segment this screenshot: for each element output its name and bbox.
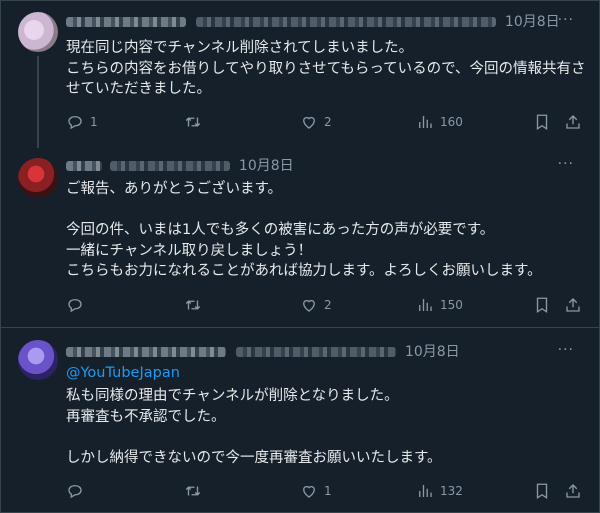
retweet-icon — [185, 117, 201, 127]
view-count: 160 — [440, 115, 463, 129]
reply-button[interactable] — [66, 480, 90, 502]
retweet-icon — [185, 486, 201, 496]
timestamp[interactable]: 10月8日 — [239, 158, 294, 174]
share-icon — [566, 298, 580, 312]
display-name[interactable] — [66, 17, 186, 27]
bookmark-icon — [536, 297, 548, 314]
retweet-button[interactable] — [184, 111, 208, 133]
views-icon — [419, 116, 432, 128]
tweet-actions: 1 132 — [66, 480, 586, 502]
timestamp[interactable]: 10月8日 — [405, 344, 460, 360]
avatar[interactable] — [18, 12, 58, 52]
share-icon — [566, 484, 580, 498]
bookmark-button[interactable] — [533, 294, 551, 316]
tweet-header: 10月8日 — [66, 12, 560, 32]
bookmark-button[interactable] — [533, 111, 551, 133]
bookmark-button[interactable] — [533, 480, 551, 502]
like-count: 1 — [324, 484, 332, 498]
like-icon — [303, 485, 315, 498]
avatar[interactable] — [18, 340, 58, 380]
like-count: 2 — [324, 115, 332, 129]
mention-link[interactable]: @YouTubeJapan — [66, 365, 180, 381]
reply-icon — [68, 116, 82, 130]
like-count: 2 — [324, 298, 332, 312]
views-icon — [419, 299, 432, 311]
retweet-icon — [185, 300, 201, 310]
tweet-header: 10月8日 — [66, 156, 294, 176]
display-name[interactable] — [66, 161, 102, 171]
retweet-button[interactable] — [184, 480, 208, 502]
reply-icon — [68, 299, 82, 313]
tweet-1[interactable]: 10月8日 ··· 現在同じ内容でチャンネル削除されてしまいました。 こちらの内… — [0, 0, 600, 150]
bookmark-icon — [536, 114, 548, 131]
view-count: 132 — [440, 484, 463, 498]
views-button[interactable]: 150 — [416, 294, 463, 316]
reply-button[interactable]: 1 — [66, 111, 98, 133]
reply-count: 1 — [90, 115, 98, 129]
like-button[interactable]: 1 — [300, 480, 332, 502]
reply-icon — [68, 485, 82, 499]
share-icon — [566, 115, 580, 129]
share-button[interactable] — [564, 480, 582, 502]
tweet-2[interactable]: 10月8日 ··· ご報告、ありがとうございます。 今回の件、いまは1人でも多く… — [0, 150, 600, 328]
tweet-text: ご報告、ありがとうございます。 今回の件、いまは1人でも多くの被害にあった方の声… — [66, 181, 542, 279]
tweet-3[interactable]: 10月8日 ··· @YouTubeJapan 私も同様の理由でチャンネルが削除… — [0, 328, 600, 512]
tweet-text: 私も同様の理由でチャンネルが削除となりました。 再審査も不承認でした。 しかし納… — [66, 388, 442, 466]
views-icon — [419, 485, 432, 497]
view-count: 150 — [440, 298, 463, 312]
like-icon — [303, 116, 315, 129]
display-name[interactable] — [66, 347, 226, 357]
avatar[interactable] — [18, 158, 58, 198]
reply-button[interactable] — [66, 294, 90, 316]
like-button[interactable]: 2 — [300, 294, 332, 316]
tweet-header: 10月8日 — [66, 342, 460, 362]
more-options-icon[interactable]: ··· — [558, 342, 574, 358]
tweet-actions: 1 2 160 — [66, 111, 586, 133]
share-button[interactable] — [564, 111, 582, 133]
bookmark-icon — [536, 483, 548, 500]
tweet-text: 現在同じ内容でチャンネル削除されてしまいました。 こちらの内容をお借りしてやり取… — [66, 40, 586, 97]
tweet-actions: 2 150 — [66, 294, 586, 316]
timestamp[interactable]: 10月8日 — [505, 14, 560, 30]
like-button[interactable]: 2 — [300, 111, 332, 133]
username[interactable] — [236, 347, 397, 357]
more-options-icon[interactable]: ··· — [558, 12, 574, 28]
thread-line — [37, 56, 39, 148]
more-options-icon[interactable]: ··· — [558, 156, 574, 172]
retweet-button[interactable] — [184, 294, 208, 316]
username[interactable] — [196, 17, 497, 27]
like-icon — [303, 299, 315, 312]
views-button[interactable]: 160 — [416, 111, 463, 133]
views-button[interactable]: 132 — [416, 480, 463, 502]
share-button[interactable] — [564, 294, 582, 316]
username[interactable] — [110, 161, 231, 171]
